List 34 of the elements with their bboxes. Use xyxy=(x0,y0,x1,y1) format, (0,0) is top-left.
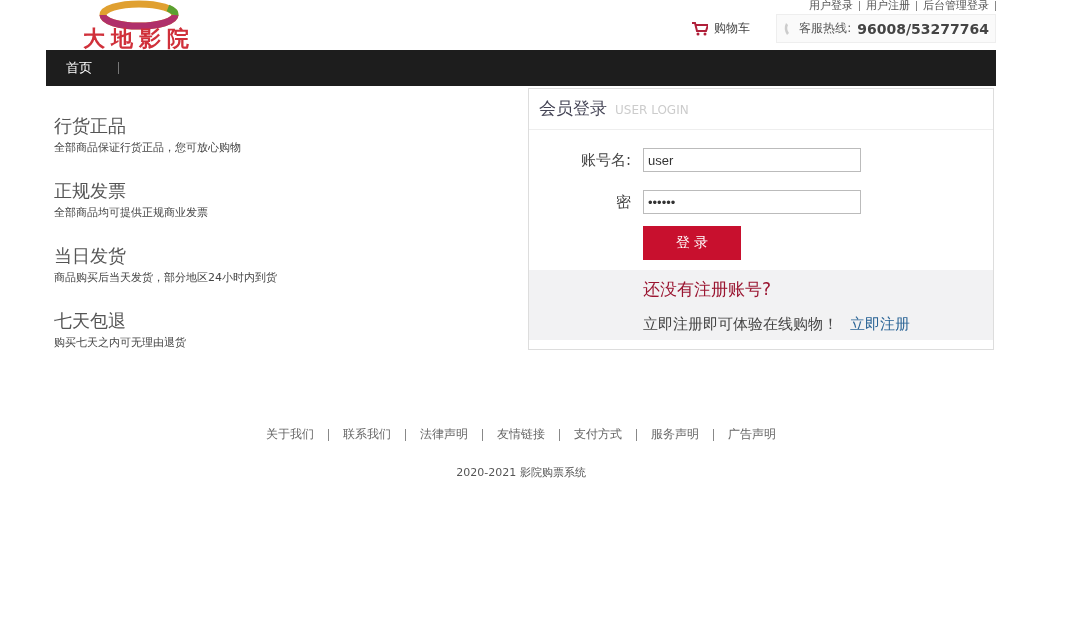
cart-link[interactable]: 购物车 xyxy=(692,20,751,37)
hotline-number: 96008/53277764 xyxy=(857,20,989,37)
footer-link[interactable]: 关于我们 xyxy=(266,426,314,443)
feature-title: 当日发货 xyxy=(54,244,127,268)
top-link[interactable]: 后台管理登录 xyxy=(923,0,989,12)
feature-title: 七天包退 xyxy=(54,309,127,333)
cart-icon xyxy=(692,21,709,36)
feature-title: 正规发票 xyxy=(54,179,127,203)
panel-title: 会员登录 xyxy=(539,97,607,120)
nav-link[interactable]: 首页 xyxy=(66,59,92,77)
footer-link[interactable]: 服务声明 xyxy=(651,426,699,443)
hotline-label: 客服热线: xyxy=(799,20,852,37)
input-field[interactable]: user xyxy=(643,148,861,172)
logo-text: 大地影院 xyxy=(83,28,195,50)
footer-link[interactable]: 友情链接 xyxy=(497,426,545,443)
field-label: 密 xyxy=(615,192,631,212)
feature-title: 行货正品 xyxy=(54,114,127,138)
footer-link[interactable]: 广告声明 xyxy=(728,426,776,443)
feature-text: 商品购买后当天发货，部分地区24小时内到货 xyxy=(54,270,277,285)
register-link[interactable]: 立即注册 xyxy=(850,315,910,334)
register-question: 还没有注册账号? xyxy=(643,278,773,301)
top-link[interactable]: 用户登录 xyxy=(809,0,853,12)
input-field[interactable]: •••••• xyxy=(643,190,861,214)
register-text: 立即注册即可体验在线购物！ xyxy=(643,315,838,334)
footer-link[interactable]: 联系我们 xyxy=(343,426,391,443)
copyright-text: 2020-2021 影院购票系统 xyxy=(456,465,586,480)
feature-text: 全部商品均可提供正规商业发票 xyxy=(54,205,209,220)
login-button[interactable]: 登 录 xyxy=(643,226,741,260)
top-link[interactable]: 用户注册 xyxy=(866,0,910,12)
feature-text: 全部商品保证行货正品，您可放心购物 xyxy=(54,140,242,155)
feature-text: 购买七天之内可无理由退货 xyxy=(54,335,187,350)
field-label: 账号名: xyxy=(579,150,631,170)
footer-link[interactable]: 法律声明 xyxy=(420,426,468,443)
footer-link[interactable]: 支付方式 xyxy=(574,426,622,443)
